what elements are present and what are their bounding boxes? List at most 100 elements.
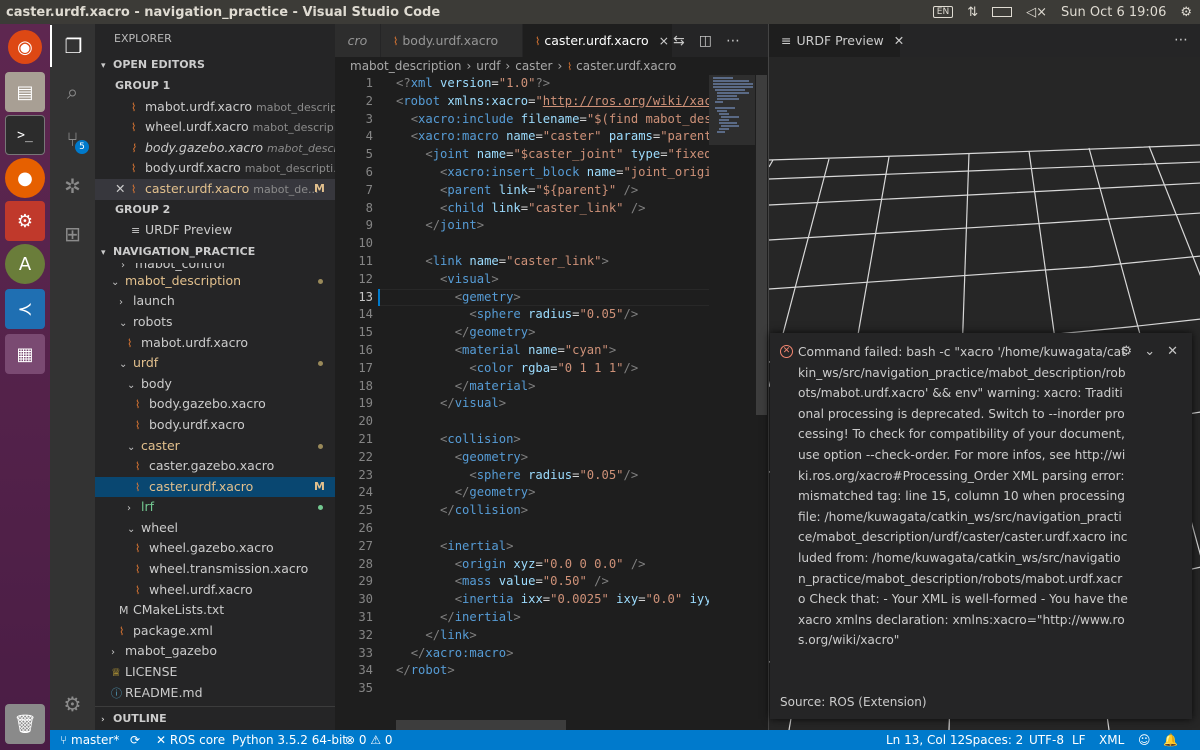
tree-file[interactable]: M CMakeLists.txt (95, 600, 335, 621)
rss-file-icon: ⌇ (135, 480, 141, 494)
code-line: 20 (358, 414, 373, 429)
encoding[interactable]: UTF-8 (1029, 730, 1064, 750)
manage-gear-icon[interactable]: ⚙ (50, 683, 95, 725)
close-icon[interactable]: ✕ (894, 33, 904, 48)
trash-icon[interactable]: 🗑 (5, 704, 45, 744)
tree-file[interactable]: ⓘ README.md (95, 683, 335, 704)
code-line: 5 <joint name="$caster_joint" type="fixe… (365, 147, 709, 162)
tree-file[interactable]: ⌇ package.xml (95, 621, 335, 642)
cursor-position[interactable]: Ln 13, Col 12 (886, 730, 965, 750)
terminal-icon[interactable]: >_ (5, 115, 45, 155)
python-interpreter[interactable]: Python 3.5.2 64-bit (232, 730, 347, 750)
tree-file[interactable]: ⌇ body.gazebo.xacro (95, 394, 335, 415)
chevron-down-icon: ▾ (101, 61, 106, 71)
tab-caster-urdf[interactable]: ⌇ caster.urdf.xacro × (523, 24, 673, 57)
code-line: 17 <color rgba="0 1 1 1"/> (358, 360, 639, 375)
notifications-bell-icon[interactable]: 🔔 (1163, 730, 1178, 750)
system-settings-icon[interactable]: ⚙ (5, 201, 45, 241)
code-line: 16 <material name="cyan"> (358, 343, 617, 357)
close-icon[interactable]: ✕ (1167, 344, 1178, 359)
tree-file[interactable]: ⌇ mabot.urdf.xacro (95, 333, 335, 354)
clock[interactable]: Sun Oct 6 19:06 (1061, 5, 1166, 20)
breadcrumb-item[interactable]: mabot_description (350, 59, 461, 73)
power-icon[interactable]: ⚙ (1180, 5, 1192, 20)
code-editor[interactable]: 1 <?xml version="1.0"?> 2 <robot xmlns:xac… (335, 75, 768, 730)
open-editor-item[interactable]: ⌇ body.urdf.xacro mabot_descripti... (95, 158, 335, 179)
network-icon[interactable]: ⇅ (967, 5, 978, 20)
chevron-down-icon[interactable]: ⌄ (1144, 344, 1155, 359)
code-line: 32 </link> (358, 627, 477, 642)
outline-header[interactable]: › OUTLINE (95, 706, 335, 730)
breadcrumb-item[interactable]: caster.urdf.xacro (576, 59, 676, 73)
tree-file[interactable]: ⌇ wheel.gazebo.xacro (95, 538, 335, 559)
software-updater-icon[interactable]: A (5, 244, 45, 284)
debug-icon[interactable]: ✲ (50, 165, 95, 207)
tab-body-urdf[interactable]: ⌇ body.urdf.xacro (381, 24, 523, 57)
problems-indicator[interactable]: ⊗ 0 ⚠ 0 (345, 730, 393, 750)
chevron-right-icon: › (557, 59, 563, 73)
open-editor-item[interactable]: ⌇mabot.urdf.xacromabot_descriptio... (95, 97, 335, 118)
search-icon[interactable]: ⌕ (50, 71, 95, 113)
tree-file[interactable]: ⌇ wheel.transmission.xacro (95, 559, 335, 580)
keyboard-layout-indicator[interactable]: EN (932, 6, 954, 18)
rss-file-icon: ⌇ (135, 460, 141, 474)
tree-folder-caster[interactable]: ⌄ caster (95, 436, 335, 457)
volume-icon[interactable]: ◁× (1026, 5, 1047, 20)
tree-folder-lrf[interactable]: › lrf (95, 497, 335, 518)
open-editor-item[interactable]: ≡ URDF Preview (95, 220, 335, 241)
tree-folder-robots[interactable]: ⌄ robots (95, 312, 335, 333)
tree-file-selected[interactable]: ⌇ caster.urdf.xacro M (95, 476, 335, 498)
chevron-down-icon: ⌄ (119, 317, 128, 329)
extensions-icon[interactable]: ⊞ (50, 213, 95, 255)
git-branch[interactable]: ⑂ master* (60, 730, 119, 750)
line-endings[interactable]: LF (1072, 730, 1086, 750)
tree-folder-wheel[interactable]: ⌄ wheel (95, 518, 335, 539)
files-icon[interactable]: ▤ (5, 72, 45, 112)
feedback-icon[interactable]: ☺ (1138, 730, 1151, 750)
language-mode[interactable]: XML (1099, 730, 1124, 750)
open-editor-item[interactable]: ⌇wheel.urdf.xacromabot_descrip... (95, 117, 335, 138)
project-header[interactable]: ▾ NAVIGATION_PRACTICE (95, 241, 335, 263)
more-actions-icon[interactable]: ⋯ (726, 33, 740, 49)
minimap[interactable] (709, 75, 755, 730)
breadcrumb-item[interactable]: urdf (476, 59, 500, 73)
breadcrumb-item[interactable]: caster (515, 59, 552, 73)
workspace-switcher-icon[interactable]: ▦ (5, 334, 45, 374)
tree-file[interactable]: ⌇ wheel.urdf.xacro (95, 580, 335, 601)
open-editors-header[interactable]: ▾ OPEN EDITORS (95, 54, 335, 76)
firefox-icon[interactable]: ● (5, 158, 45, 198)
open-changes-icon[interactable]: ⇆ (673, 33, 685, 49)
tree-folder-urdf[interactable]: ⌄ urdf (95, 353, 335, 374)
error-notification[interactable]: ✕ Command failed: bash -c "xacro '/home/… (770, 333, 1192, 719)
tree-folder-body[interactable]: ⌄ body (95, 374, 335, 395)
horizontal-scrollbar[interactable] (396, 720, 566, 730)
split-editor-icon[interactable]: ◫ (699, 33, 712, 49)
activity-bar: ❐ ⌕ ⑂ 5 ✲ ⊞ ⚙ (50, 24, 95, 730)
vscode-icon[interactable]: ≺ (5, 289, 45, 329)
open-editor-item-active[interactable]: ✕ ⌇ caster.urdf.xacro mabot_de... M (95, 178, 335, 200)
tree-folder[interactable]: › mabot_control (95, 263, 335, 271)
battery-icon[interactable] (992, 7, 1013, 17)
tab-urdf-preview[interactable]: ≡ URDF Preview ✕ (769, 24, 904, 57)
sync-icon[interactable]: ⟳ (130, 730, 140, 750)
scrollbar-thumb[interactable] (756, 75, 767, 415)
close-icon[interactable]: ✕ (115, 179, 125, 200)
tree-folder-launch[interactable]: › launch (95, 291, 335, 312)
more-actions-icon[interactable]: ⋯ (1174, 32, 1188, 48)
vertical-scrollbar[interactable] (755, 75, 768, 730)
close-icon[interactable]: × (659, 33, 669, 48)
open-editor-item[interactable]: ⌇body.gazebo.xacromabot_descri... (95, 138, 335, 159)
tree-file[interactable]: ♕ LICENSE (95, 662, 335, 683)
source-control-icon[interactable]: ⑂ 5 (50, 118, 95, 160)
explorer-icon[interactable]: ❐ (50, 25, 95, 67)
ubuntu-dash-icon[interactable]: ◉ (8, 30, 42, 64)
code-line: 26 (358, 521, 373, 535)
tree-folder-mabot-description[interactable]: ⌄ mabot_description (95, 271, 335, 292)
tree-file[interactable]: ⌇ body.urdf.xacro (95, 415, 335, 436)
indentation[interactable]: Spaces: 2 (965, 730, 1023, 750)
tab-mabot-partial[interactable]: cro (335, 24, 381, 57)
tree-file[interactable]: ⌇ caster.gazebo.xacro (95, 456, 335, 477)
ros-status[interactable]: ✕ ROS core (156, 730, 225, 750)
tree-folder-mabot-gazebo[interactable]: › mabot_gazebo (95, 641, 335, 662)
gear-icon[interactable]: ⚙ (1121, 344, 1133, 359)
